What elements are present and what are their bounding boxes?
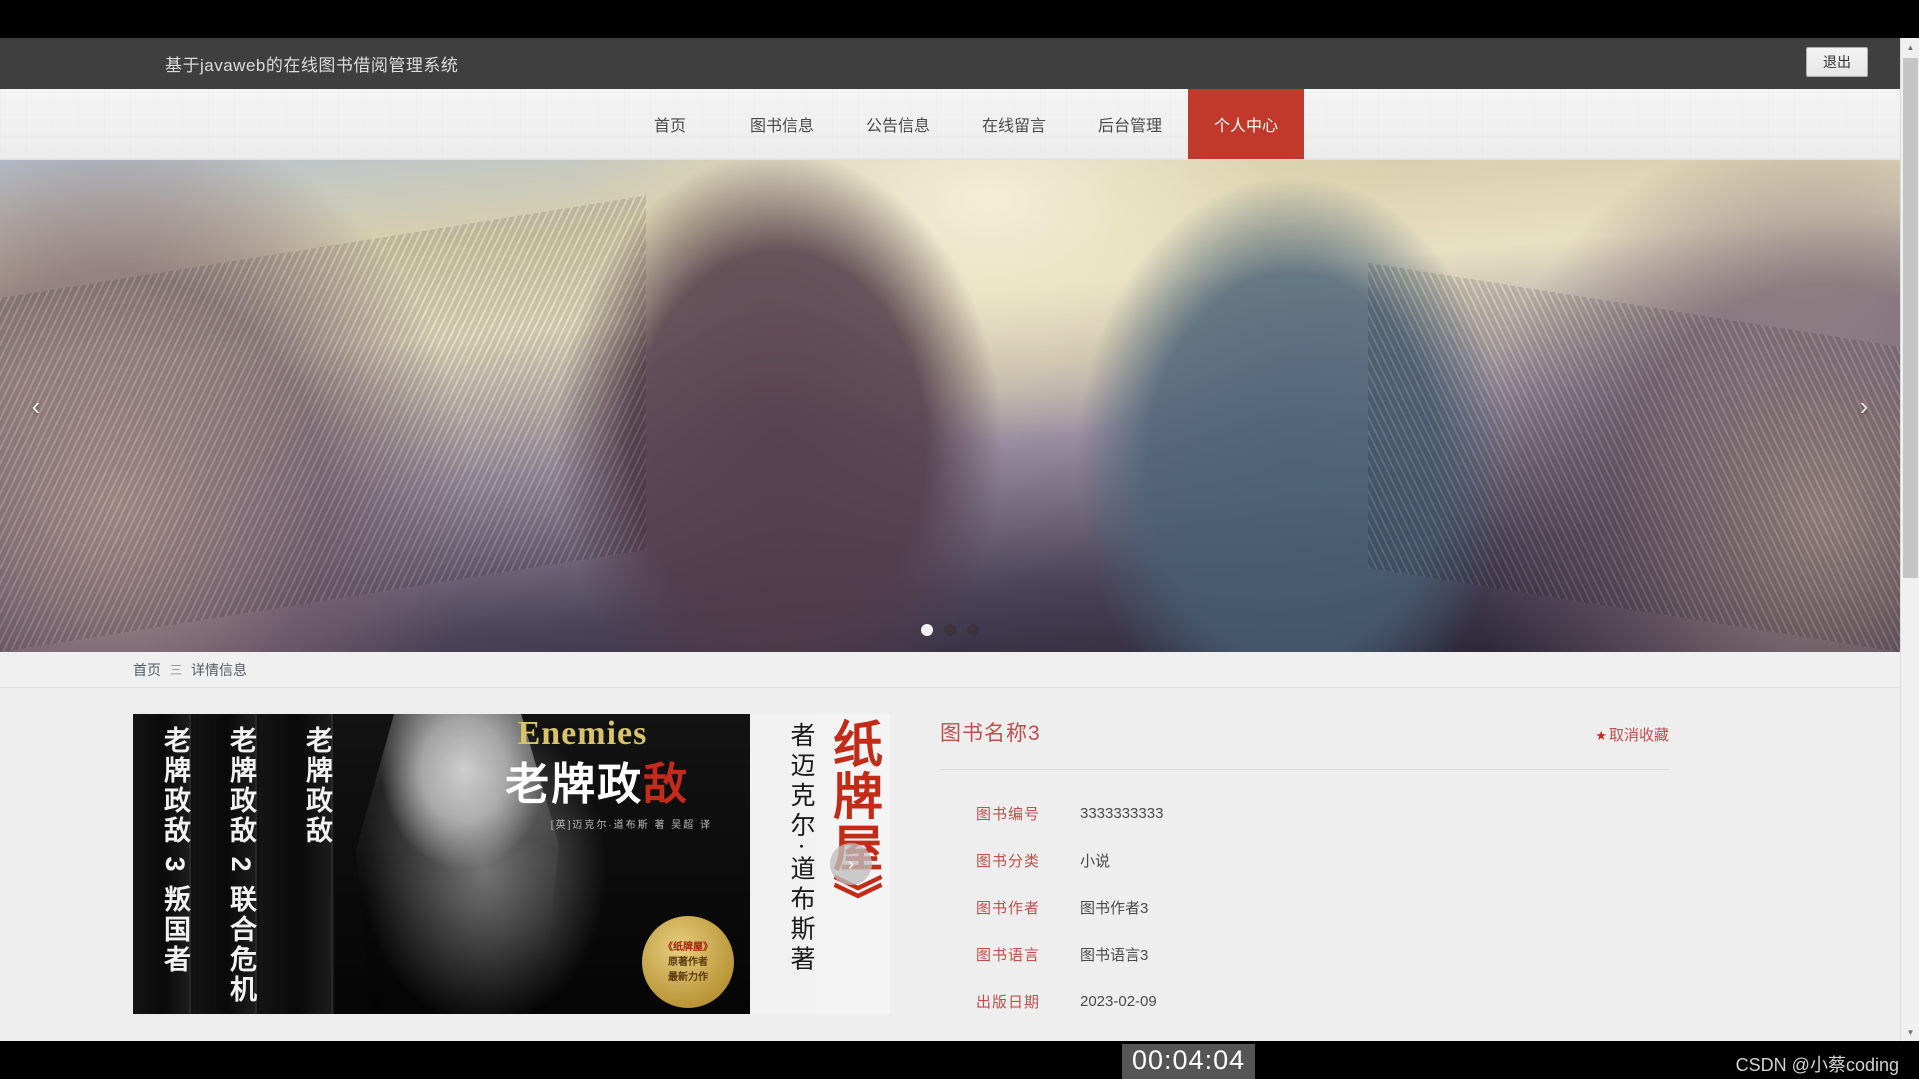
cancel-favorite-button[interactable]: ★ 取消收藏: [1595, 724, 1669, 745]
breadcrumb-separator-icon: 三: [170, 663, 183, 677]
cover-chevron-right-icon[interactable]: ›: [830, 843, 872, 885]
field-row-book-category: 图书分类 小说: [940, 837, 1669, 884]
field-label: 图书分类: [976, 853, 1041, 870]
site-header: 基于javaweb的在线图书借阅管理系统 退出: [0, 38, 1900, 89]
field-value: 小说: [1080, 853, 1111, 870]
nav-list: 首页 图书信息 公告信息 在线留言 后台管理 个人中心: [616, 89, 1305, 159]
watermark: CSDN @小蔡coding: [1735, 1055, 1899, 1075]
star-icon: ★: [1595, 728, 1607, 743]
book-spine-1: 老牌政敌: [259, 714, 333, 1014]
carousel-dot-3[interactable]: [967, 624, 979, 636]
cover-byline: [英]迈克尔·道布斯 著 吴超 译: [550, 820, 713, 831]
chevron-left-icon[interactable]: ‹: [16, 386, 56, 426]
cover-title-main: 老牌政: [505, 760, 644, 809]
seal-line-2: 原著作者: [668, 956, 708, 968]
seal-line-1: 《纸牌屋》: [663, 941, 713, 953]
scroll-down-icon[interactable]: ▼: [1901, 1023, 1919, 1041]
book-title: 图书名称3: [940, 722, 1041, 745]
page-scrollbar[interactable]: ▲ ▼: [1900, 38, 1919, 1041]
browser-page: 基于javaweb的在线图书借阅管理系统 退出 首页 图书信息 公告信息 在线留…: [0, 38, 1900, 1041]
nav-item-personal-center[interactable]: 个人中心: [1188, 89, 1305, 159]
nav-item-messages[interactable]: 在线留言: [956, 89, 1072, 159]
breadcrumb-home[interactable]: 首页: [133, 660, 161, 680]
hero-carousel: ‹ ›: [0, 160, 1900, 652]
nav-item-admin[interactable]: 后台管理: [1072, 89, 1188, 159]
field-row-book-language: 图书语言 图书语言3: [940, 931, 1669, 978]
nav-item-books[interactable]: 图书信息: [724, 89, 840, 159]
field-value: 图书语言3: [1080, 947, 1149, 964]
cover-side-text: 者迈克尔·道布斯著: [750, 714, 818, 1014]
nav-item-announcements[interactable]: 公告信息: [840, 89, 956, 159]
cover-seal-badge: 《纸牌屋》 原著作者 最新力作: [642, 916, 734, 1008]
book-spine-2: 老牌政敌 2 联合危机: [193, 714, 257, 1014]
field-value: 2023-02-09: [1080, 993, 1157, 1010]
cover-title-highlight: 敌: [643, 760, 690, 809]
book-info-panel: 图书名称3 ★ 取消收藏 图书编号 3333333333 图书分类 小说 图书作者…: [940, 714, 1669, 1025]
field-value: 图书作者3: [1080, 900, 1149, 917]
scrollbar-thumb[interactable]: [1903, 58, 1918, 578]
field-row-book-author: 图书作者 图书作者3: [940, 884, 1669, 931]
breadcrumb-current: 详情信息: [191, 661, 248, 678]
cover-chevron-left-icon[interactable]: ‹: [159, 855, 178, 874]
field-label: 图书语言: [976, 947, 1041, 964]
carousel-dot-2[interactable]: [944, 624, 956, 636]
nav-item-home[interactable]: 首页: [616, 89, 724, 159]
field-label: 图书编号: [976, 806, 1041, 823]
field-row-publish-date: 出版日期 2023-02-09: [940, 978, 1669, 1025]
site-title: 基于javaweb的在线图书借阅管理系统: [165, 56, 459, 75]
main-nav: 首页 图书信息 公告信息 在线留言 后台管理 个人中心: [0, 89, 1900, 160]
book-front-cover: Enemies 老牌政敌 [英]迈克尔·道布斯 著 吴超 译 《纸牌屋》 原著作…: [335, 714, 750, 1014]
seal-line-3: 最新力作: [668, 971, 708, 983]
field-value: 3333333333: [1080, 805, 1164, 822]
recording-timer: 00:04:04: [1122, 1044, 1256, 1079]
scroll-up-icon[interactable]: ▲: [1901, 38, 1919, 56]
hero-image-open-book: [0, 160, 1900, 652]
breadcrumb: 首页 三 详情信息: [0, 652, 1900, 688]
book-info-header: 图书名称3 ★ 取消收藏: [940, 717, 1669, 770]
book-detail: 老牌政敌 3 叛国者 老牌政敌 2 联合危机 老牌政敌 Enemies 老牌政敌…: [0, 688, 1900, 1025]
book-cover-image: 老牌政敌 3 叛国者 老牌政敌 2 联合危机 老牌政敌 Enemies 老牌政敌…: [133, 714, 890, 1014]
field-row-book-number: 图书编号 3333333333: [940, 790, 1669, 837]
screen: 基于javaweb的在线图书借阅管理系统 退出 首页 图书信息 公告信息 在线留…: [0, 0, 1919, 1079]
cancel-favorite-label: 取消收藏: [1608, 727, 1669, 744]
cover-chinese-title: 老牌政敌: [505, 748, 689, 812]
field-label: 出版日期: [976, 994, 1041, 1011]
chevron-right-icon[interactable]: ›: [1844, 386, 1884, 426]
carousel-dot-1[interactable]: [921, 624, 933, 636]
carousel-dots: [921, 624, 979, 636]
logout-button[interactable]: 退出: [1806, 47, 1868, 77]
book-info-fields: 图书编号 3333333333 图书分类 小说 图书作者 图书作者3 图书语言 …: [940, 770, 1669, 1025]
field-label: 图书作者: [976, 900, 1041, 917]
book-cover-carousel: 老牌政敌 3 叛国者 老牌政敌 2 联合危机 老牌政敌 Enemies 老牌政敌…: [133, 714, 890, 1014]
